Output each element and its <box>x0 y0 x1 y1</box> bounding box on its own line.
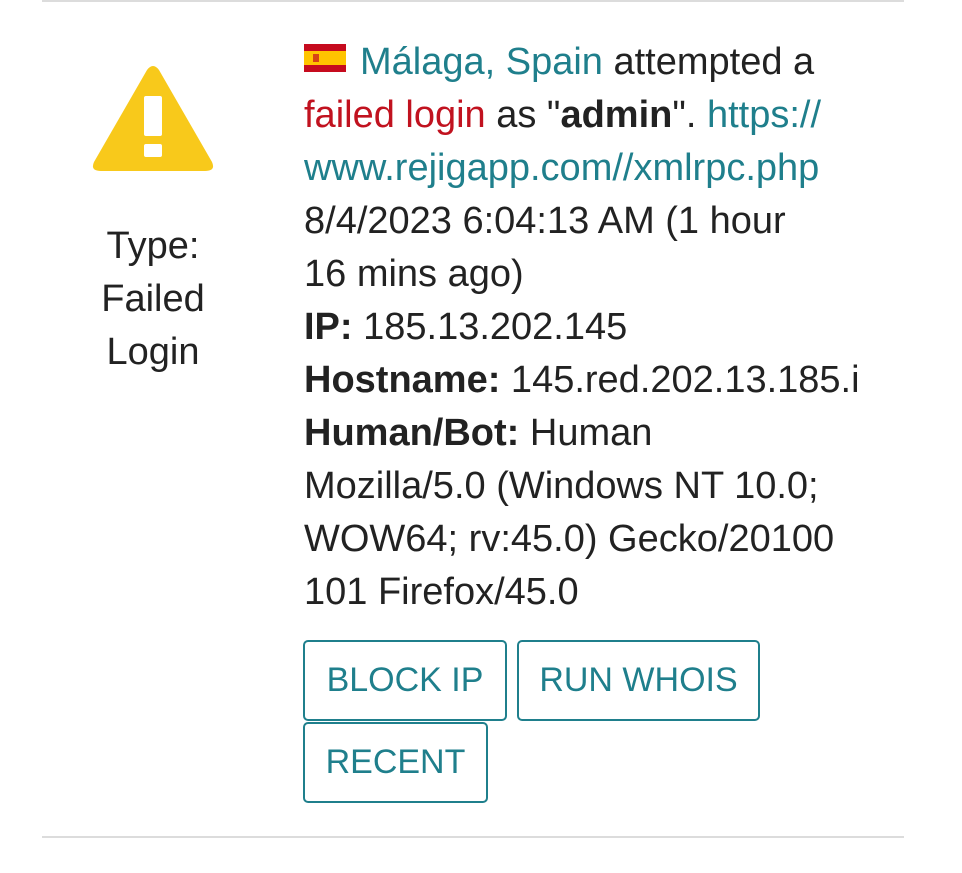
human-bot-value: Human <box>519 412 653 454</box>
recent-button[interactable]: RECENT <box>303 722 488 803</box>
block-ip-button[interactable]: BLOCK IP <box>303 640 507 721</box>
location-link[interactable]: Málaga, Spain <box>360 41 603 83</box>
warning-triangle-icon <box>92 66 214 171</box>
hostname-value: 145.red.202.13.185.i <box>500 359 860 401</box>
event-details: Málaga, Spain attempted a failed login a… <box>304 36 884 619</box>
type-label: Type: <box>106 225 200 267</box>
ip-row: IP: 185.13.202.145 <box>304 301 884 354</box>
user-agent-line-2: WOW64; rv:45.0) Gecko/20100 <box>304 518 835 560</box>
run-whois-button[interactable]: RUN WHOIS <box>517 640 760 721</box>
timestamp-line-2: 16 mins ago) <box>304 253 524 295</box>
ip-label: IP: <box>304 306 353 348</box>
summary-line-1: Málaga, Spain attempted a <box>304 36 884 89</box>
type-value-line2: Login <box>106 331 200 373</box>
hostname-label: Hostname: <box>304 359 501 401</box>
url-link-part2[interactable]: www.rejigapp.com//xmlrpc.php <box>304 147 819 189</box>
event-type-column: Type: Failed Login <box>70 64 236 379</box>
timestamp-line-1: 8/4/2023 6:04:13 AM (1 hour <box>304 200 786 242</box>
hostname-row: Hostname: 145.red.202.13.185.i <box>304 354 884 407</box>
summary-line-3: www.rejigapp.com//xmlrpc.php <box>304 142 884 195</box>
user-agent-line-3: 101 Firefox/45.0 <box>304 571 579 613</box>
ip-value: 185.13.202.145 <box>352 306 628 348</box>
human-bot-label: Human/Bot: <box>304 412 520 454</box>
user-agent-line-1: Mozilla/5.0 (Windows NT 10.0; <box>304 465 819 507</box>
human-bot-row: Human/Bot: Human <box>304 407 884 460</box>
spain-flag-icon <box>304 44 346 72</box>
url-link-part1[interactable]: https:// <box>707 94 821 136</box>
username: admin <box>560 94 673 136</box>
event-type-label: Type: Failed Login <box>70 220 236 379</box>
after-username-text: ". <box>672 94 707 136</box>
summary-line-2: failed login as "admin". https:// <box>304 89 884 142</box>
failed-login-text: failed login <box>304 94 486 136</box>
top-divider <box>42 0 904 2</box>
bottom-divider <box>42 836 904 838</box>
as-text: as " <box>485 94 561 136</box>
live-traffic-entry: Type: Failed Login Málaga, Spain attempt… <box>0 0 962 873</box>
attempted-text: attempted a <box>602 41 815 83</box>
type-value-line1: Failed <box>101 278 205 320</box>
